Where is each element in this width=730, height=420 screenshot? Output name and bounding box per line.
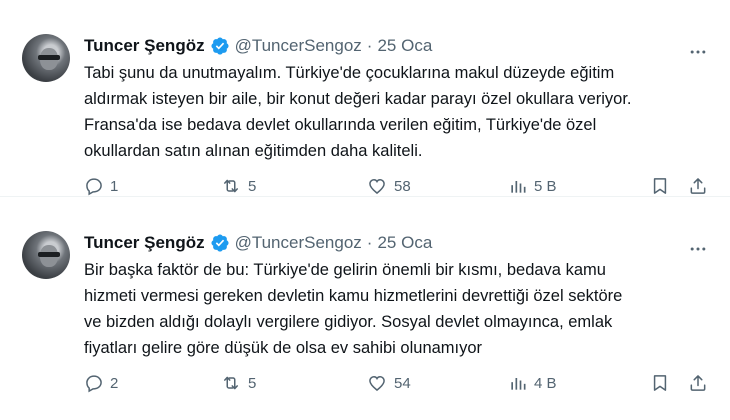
views-icon (508, 373, 528, 393)
like-count: 58 (394, 177, 411, 195)
author-handle[interactable]: @TuncerSengoz (235, 36, 362, 56)
retweet-count: 5 (248, 374, 257, 392)
tweet-text: Bir başka faktör de bu: Türkiye'de gelir… (84, 257, 714, 361)
views-button[interactable]: 4 B (508, 373, 557, 393)
like-count: 54 (394, 374, 411, 392)
tweet-date[interactable]: 25 Oca (377, 36, 432, 56)
heart-icon (366, 176, 388, 196)
bookmark-button[interactable] (650, 176, 670, 196)
verified-badge-icon (210, 36, 230, 56)
views-count: 5 B (534, 177, 557, 195)
views-button[interactable]: 5 B (508, 176, 557, 196)
reply-icon (84, 373, 104, 393)
share-button[interactable] (688, 176, 708, 196)
retweet-icon (220, 176, 242, 196)
tweet-text-line: ve bizden aldığı dolaylı vergilere gidiy… (84, 313, 613, 331)
share-icon (688, 176, 708, 196)
reply-icon (84, 176, 104, 196)
tweet-text-line: Bir başka faktör de bu: Türkiye'de gelir… (84, 261, 606, 279)
tweet-text-line: fiyatları gelire göre düşük de olsa ev s… (84, 339, 483, 357)
bookmark-icon (650, 373, 670, 393)
tweet-2[interactable]: Tuncer Şengöz @TuncerSengoz · 25 Oca Bir… (0, 197, 730, 393)
tweet-1[interactable]: Tuncer Şengöz @TuncerSengoz · 25 Oca Tab… (0, 0, 730, 197)
like-button[interactable]: 54 (366, 373, 411, 393)
avatar[interactable] (22, 231, 70, 279)
reply-button[interactable]: 1 (84, 176, 118, 196)
author-name[interactable]: Tuncer Şengöz (84, 36, 205, 56)
tweet-text-line: Tabi şunu da unutmayalım. Türkiye'de çoc… (84, 64, 615, 82)
tweet-actions: 1 5 58 5 B (84, 176, 714, 198)
retweet-button[interactable]: 5 (220, 373, 256, 393)
retweet-icon (220, 373, 242, 393)
tweet-text-line: hizmeti vermesi gereken devletin kamu hi… (84, 287, 623, 305)
tweet-actions: 2 5 54 4 B (84, 373, 714, 395)
bookmark-icon (650, 176, 670, 196)
reply-button[interactable]: 2 (84, 373, 118, 393)
tweet-text-line: Fransa'da ise bedava devlet okullarında … (84, 116, 597, 134)
tweet-text: Tabi şunu da unutmayalım. Türkiye'de çoc… (84, 60, 714, 164)
views-icon (508, 176, 528, 196)
share-button[interactable] (688, 373, 708, 393)
views-count: 4 B (534, 374, 557, 392)
retweet-count: 5 (248, 177, 257, 195)
heart-icon (366, 373, 388, 393)
reply-count: 1 (110, 177, 119, 195)
tweet-header: Tuncer Şengöz @TuncerSengoz · 25 Oca (84, 36, 432, 56)
tweet-header: Tuncer Şengöz @TuncerSengoz · 25 Oca (84, 233, 432, 253)
like-button[interactable]: 58 (366, 176, 411, 196)
retweet-button[interactable]: 5 (220, 176, 256, 196)
separator-dot: · (366, 233, 373, 252)
avatar[interactable] (22, 34, 70, 82)
reply-count: 2 (110, 374, 119, 392)
tweet-text-line: aldırmak isteyen bir aile, bir konut değ… (84, 90, 632, 108)
verified-badge-icon (210, 233, 230, 253)
tweet-text-line: okullardan satın alınan eğitimden daha k… (84, 142, 423, 160)
tweet-date[interactable]: 25 Oca (377, 233, 432, 253)
author-handle[interactable]: @TuncerSengoz (235, 233, 362, 253)
share-icon (688, 373, 708, 393)
separator-dot: · (366, 36, 373, 55)
author-name[interactable]: Tuncer Şengöz (84, 233, 205, 253)
bookmark-button[interactable] (650, 373, 670, 393)
